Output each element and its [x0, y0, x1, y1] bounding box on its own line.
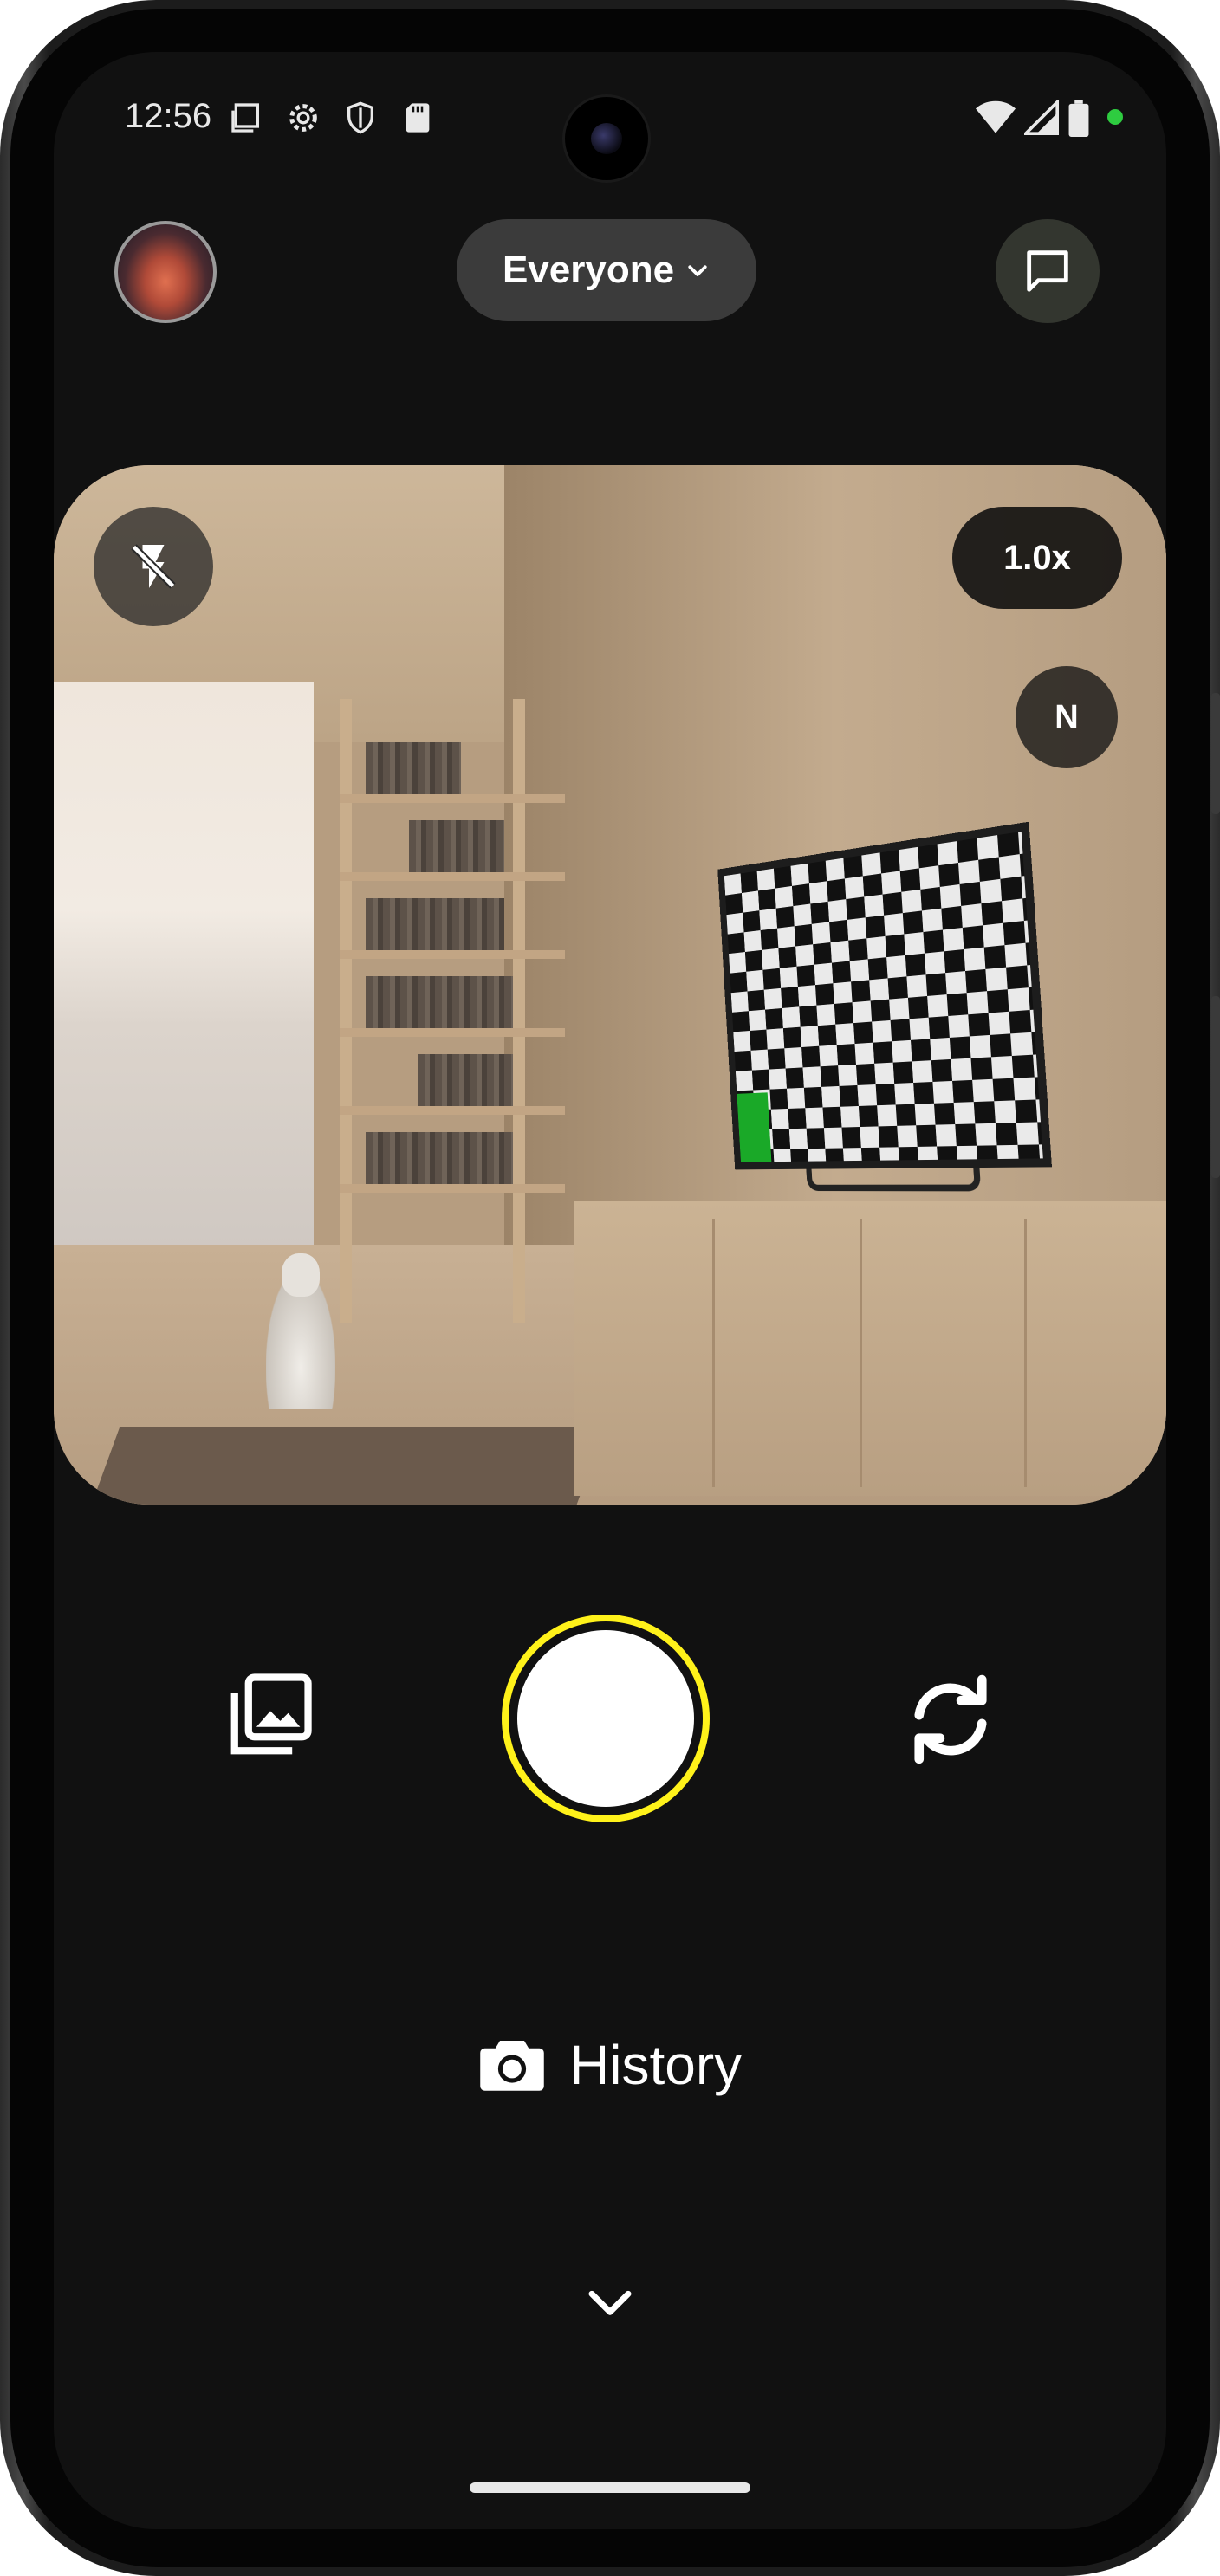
- screenshot-icon: [231, 103, 259, 133]
- volume-button: [1211, 693, 1220, 814]
- chat-bubble-icon: [1027, 250, 1068, 292]
- shutter-inner: [517, 1630, 694, 1807]
- history-label: History: [569, 2034, 743, 2096]
- camera-icon: [480, 2041, 544, 2091]
- audience-selector[interactable]: Everyone: [457, 219, 756, 321]
- screen: 12:56 Everyone 1.0x N History: [54, 52, 1166, 2529]
- power-button: [1211, 996, 1220, 1178]
- scene-rug: [91, 1427, 606, 1505]
- history-button[interactable]: History: [476, 2022, 742, 2108]
- phone-frame: 12:56 Everyone 1.0x N History: [0, 0, 1220, 2576]
- mode-label: N: [1055, 698, 1079, 735]
- camera-viewfinder[interactable]: 1.0x N: [54, 465, 1166, 1505]
- flash-off-icon: [131, 544, 176, 589]
- mode-button[interactable]: N: [1016, 666, 1118, 768]
- scene-bookshelf: [340, 699, 565, 1323]
- cell-signal-icon: [1024, 100, 1059, 135]
- settings-icon: [289, 104, 317, 132]
- flip-camera-icon: [914, 1674, 987, 1764]
- wifi-icon: [976, 100, 1016, 133]
- home-indicator[interactable]: [470, 2482, 750, 2493]
- audience-label: Everyone: [502, 249, 675, 291]
- scene-tv-cabinet: [574, 1201, 1166, 1496]
- chevron-down-icon: [688, 265, 707, 276]
- zoom-label: 1.0x: [1003, 538, 1071, 577]
- gallery-button[interactable]: [218, 1663, 322, 1767]
- privacy-dot-icon: [1107, 109, 1123, 125]
- front-camera-cutout: [565, 97, 648, 180]
- chat-button[interactable]: [996, 219, 1100, 323]
- shutter-button[interactable]: [502, 1615, 710, 1822]
- status-time: 12:56: [125, 97, 212, 135]
- sd-card-icon: [406, 103, 430, 133]
- status-bar: 12:56: [54, 52, 1166, 191]
- scene-tv-checkerboard: [717, 821, 1054, 1202]
- scene-cat-figure: [266, 1253, 335, 1409]
- scene-window: [54, 682, 314, 1253]
- flash-toggle-button[interactable]: [94, 507, 213, 626]
- battery-icon: [1068, 100, 1089, 137]
- flip-camera-button[interactable]: [894, 1663, 1007, 1776]
- shield-icon: [347, 101, 373, 134]
- expand-button[interactable]: [579, 2280, 641, 2328]
- chevron-down-icon: [588, 2290, 632, 2315]
- zoom-button[interactable]: 1.0x: [952, 507, 1122, 609]
- profile-avatar[interactable]: [114, 221, 217, 323]
- gallery-icon: [230, 1673, 312, 1755]
